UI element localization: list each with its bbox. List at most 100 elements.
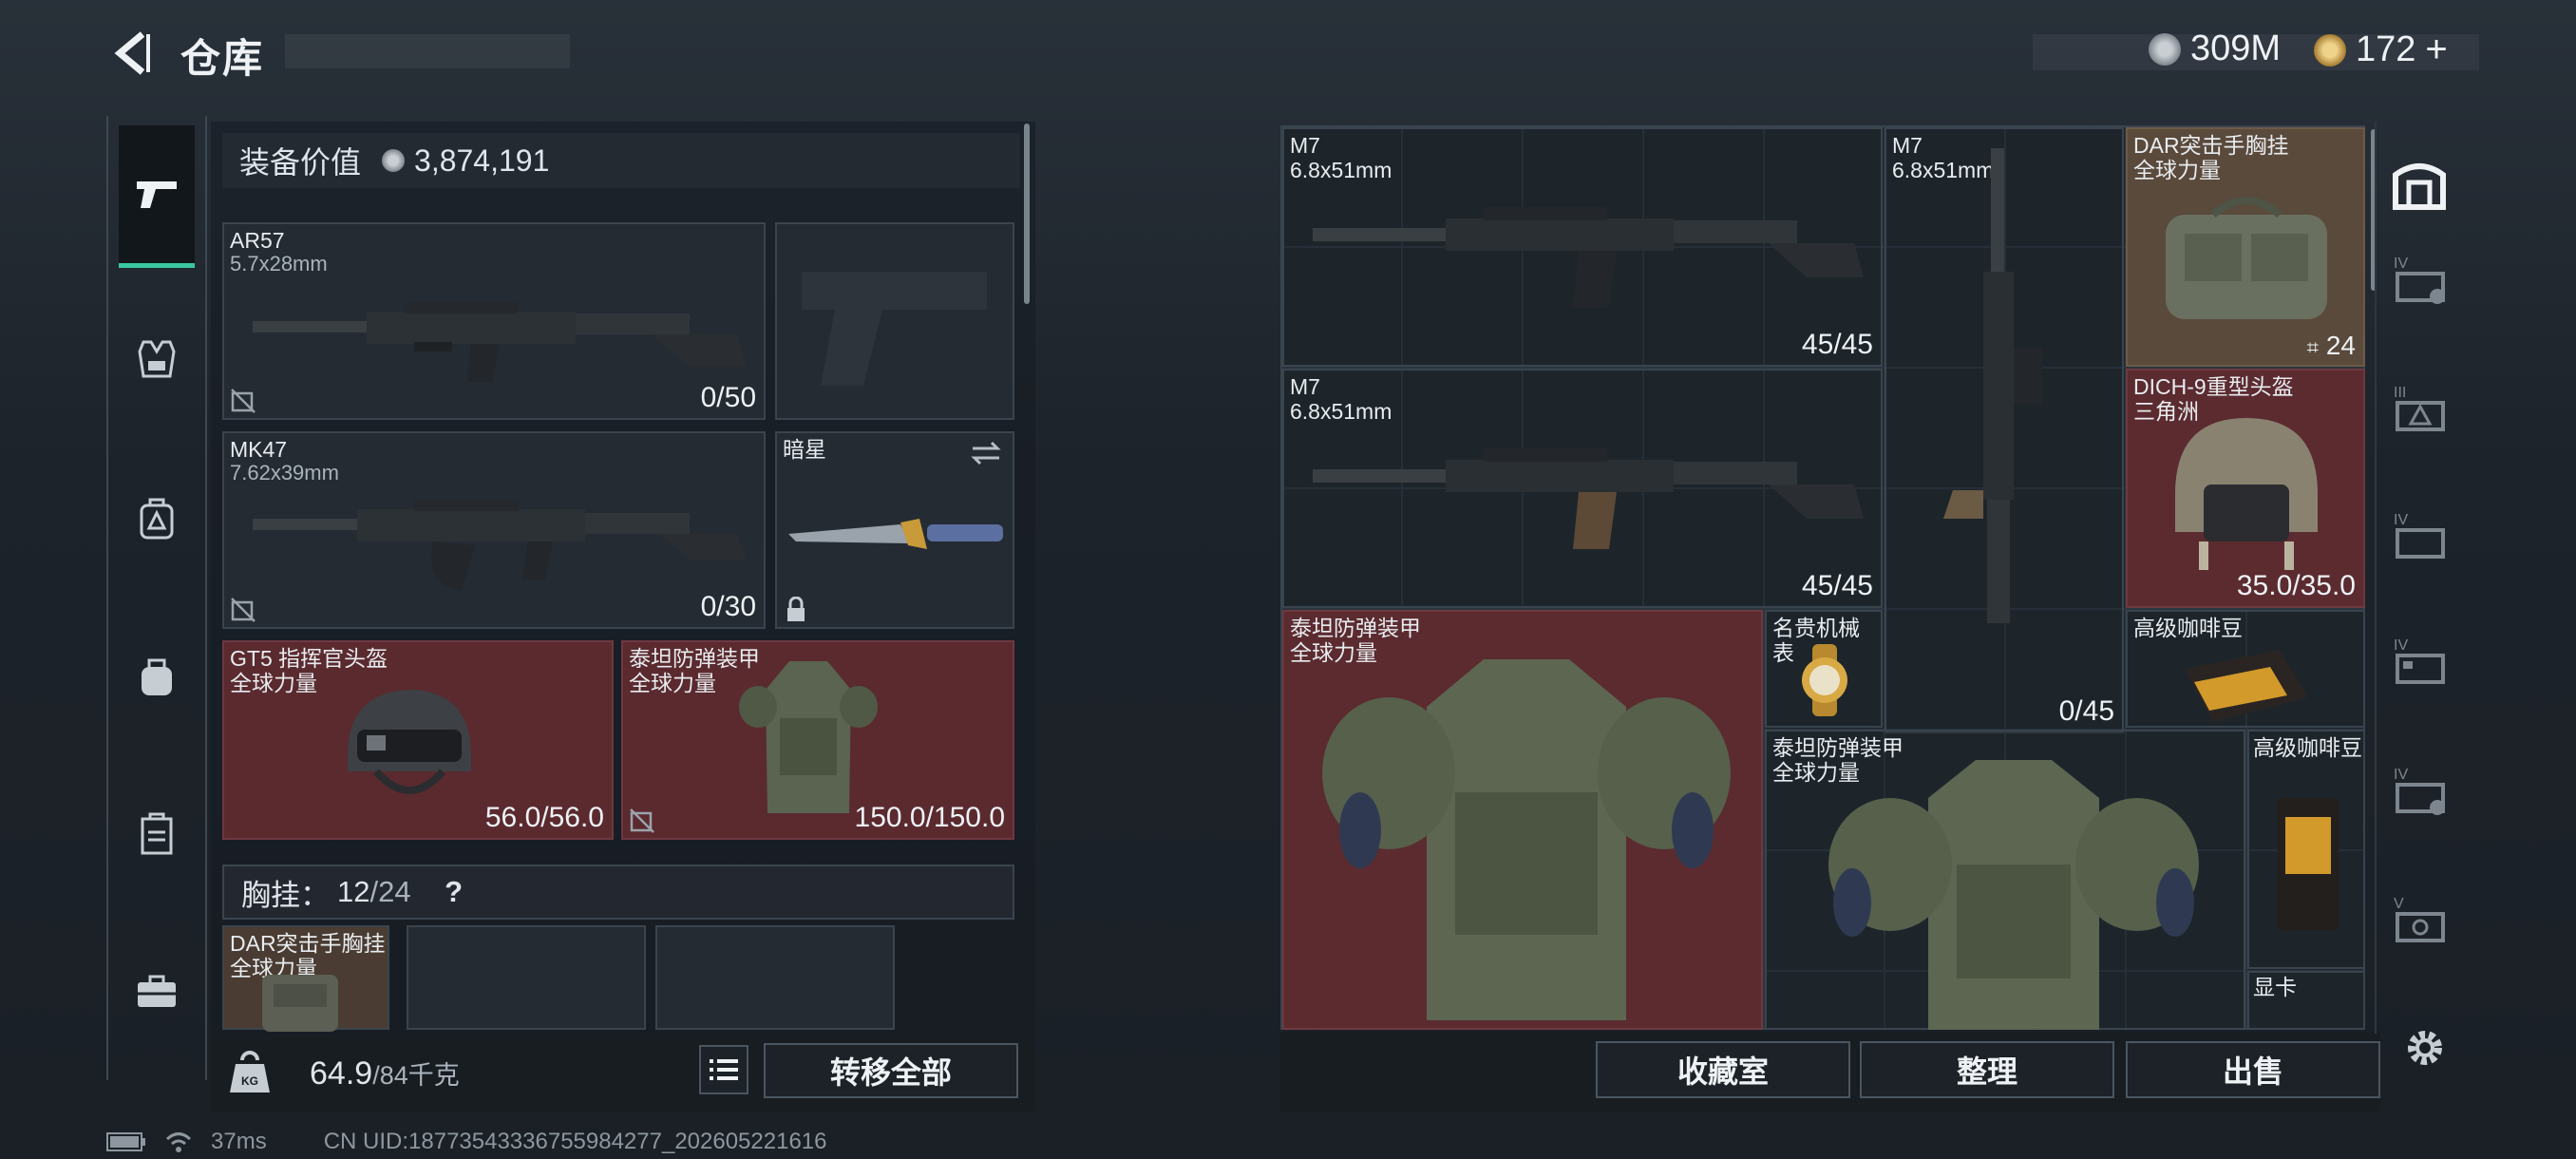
svg-text:IV: IV [2394,256,2408,272]
uid-text: CN UID:18773543336755984277_202605221616 [323,1129,827,1154]
svg-text:IV: IV [2394,767,2408,783]
pistol-icon [137,180,177,208]
lock-icon [787,597,805,621]
rig-empty-slot[interactable] [655,925,895,1030]
item-name: 高级咖啡豆 [2133,616,2243,640]
locker-icon [141,812,173,855]
primary-weapon-slot-1[interactable]: AR57 5.7x28mm 0/50 [222,222,766,420]
melee-name: 暗星 [783,437,826,462]
rig-help-button[interactable]: ? [436,874,472,910]
storage-item-m7[interactable]: M7 6.8x51mm 45/45 [1282,127,1883,367]
briefcase-icon [138,975,176,1007]
svg-text:III: III [2394,385,2406,401]
weapon-name: MK47 [230,437,288,462]
rig-used: 12 [337,875,370,908]
primary-weapon-slot-2[interactable]: MK47 7.62x39mm 0/30 [222,431,766,629]
item-name: DICH-9重型头盔 [2133,374,2294,399]
weight-display: 64.9/84千克 [310,1054,460,1092]
back-button[interactable] [106,28,156,78]
svg-text:V: V [2394,896,2404,912]
svg-text:IV: IV [2394,512,2408,528]
rifle-image [1313,448,1864,549]
rig-empty-slot[interactable] [407,925,646,1030]
helmet-image [348,690,471,794]
storage-item-dar-rig[interactable]: DAR突击手胸挂 全球力量 ⌗ 24 [2126,127,2365,367]
pouch-icon [142,658,172,695]
coffee-bag-image [2185,650,2308,722]
item-name: 高级咖啡豆 [2253,735,2362,760]
rig-image [262,975,338,1032]
item-name: 显卡 [2253,975,2297,999]
armor-vest-image [1322,659,1731,1020]
coffee-bag-image [2278,798,2339,931]
pistol-slot-empty[interactable] [775,222,1014,420]
nav-armor[interactable] [119,321,195,397]
equipment-value: 3,874,191 [414,142,550,178]
swap-icon[interactable] [969,439,1003,467]
tab-storage-iv-1[interactable]: IV [2390,249,2451,310]
gold-coin-icon [2314,33,2346,66]
silver-currency: 309M [2149,28,2281,69]
storage-item-dich-helmet[interactable]: DICH-9重型头盔 三角洲 35.0/35.0 [2126,369,2365,608]
weapon-ammo-count: 0/30 [700,591,756,622]
transfer-all-button[interactable]: 转移全部 [764,1043,1018,1098]
nav-bag[interactable] [119,638,195,714]
storage-item-titan-armor[interactable]: 泰坦防弹装甲 全球力量 [1765,730,2245,1030]
item-capacity-value: 24 [2325,331,2356,360]
melee-slot[interactable]: 暗星 [775,431,1014,629]
loadout-scrollbar[interactable] [1024,124,1030,304]
gold-amount: 172 [2356,29,2416,69]
backpack-icon [140,498,174,540]
tab-storage-iv-3[interactable]: IV [2390,631,2451,692]
rig-capacity-row: 胸挂： 12 /24 ? [222,864,1014,920]
tab-storage-iv-4[interactable]: IV [2390,760,2451,821]
list-view-button[interactable] [699,1045,748,1094]
storage-item-m7[interactable]: M7 6.8x51mm 45/45 [1282,369,1883,608]
tab-storage-iv-2[interactable]: IV [2390,505,2451,566]
nav-weapons[interactable] [119,125,195,268]
armor-faction: 全球力量 [629,671,716,695]
item-name: 泰坦防弹装甲 [1290,616,1421,640]
organize-button[interactable]: 整理 [1860,1041,2114,1098]
svg-text:IV: IV [2394,637,2408,654]
sell-button[interactable]: 出售 [2126,1041,2380,1098]
case-v-icon: V [2394,896,2445,942]
weapon-ammo-type: 5.7x28mm [230,252,328,276]
storage-item-gpu[interactable]: 显卡 [2247,971,2365,1030]
rig-total: /24 [369,875,411,908]
equipment-value-row: 装备价值 3,874,191 [222,133,1020,188]
armor-slot[interactable]: 泰坦防弹装甲 全球力量 150.0/150.0 [621,640,1014,840]
storage-item-coffee[interactable]: 高级咖啡豆 [2126,610,2365,728]
item-ammo-count: 45/45 [1801,329,1873,360]
add-currency-icon[interactable]: + [2425,28,2447,71]
silver-coin-icon [2149,32,2181,66]
rig-item-slot[interactable]: DAR突击手胸挂 全球力量 [222,925,389,1032]
tab-storage-main[interactable] [2390,154,2449,213]
storage-item-m7-vertical[interactable]: M7 6.8x51mm 0/45 [1885,127,2124,733]
watch-image [1802,644,1847,716]
storage-item-titan-armor[interactable]: 泰坦防弹装甲 全球力量 [1282,610,1763,1030]
armor-durability: 150.0/150.0 [854,802,1005,833]
tab-storage-iii[interactable]: III [2390,378,2451,439]
vest-icon [138,340,176,378]
storage-item-coffee[interactable]: 高级咖啡豆 [2247,730,2365,969]
nav-case[interactable] [119,954,195,1030]
weight-icon: KG [230,1051,270,1092]
item-faction: 全球力量 [2133,158,2221,182]
rifle-image [253,302,747,382]
settings-button[interactable] [2401,1024,2449,1072]
gold-currency[interactable]: 172 + [2314,28,2448,71]
weight-max: /84千克 [372,1061,460,1090]
item-name: M7 [1290,133,1320,158]
storage-item-watch[interactable]: 名贵机械表 [1765,610,1883,728]
tab-storage-v[interactable]: V [2390,889,2451,950]
helmet-slot[interactable]: GT5 指挥官头盔 全球力量 56.0/56.0 [222,640,614,840]
nav-locker[interactable] [119,796,195,872]
nav-backpack[interactable] [119,481,195,557]
wifi-icon [165,1132,192,1152]
collection-room-button[interactable]: 收藏室 [1596,1041,1850,1098]
title-bar-bg [285,34,570,68]
status-bar: 37ms CN UID:18773543336755984277_2026052… [106,1129,827,1155]
knife-image [788,519,1003,549]
case-iv-icon: IV [2394,637,2445,684]
